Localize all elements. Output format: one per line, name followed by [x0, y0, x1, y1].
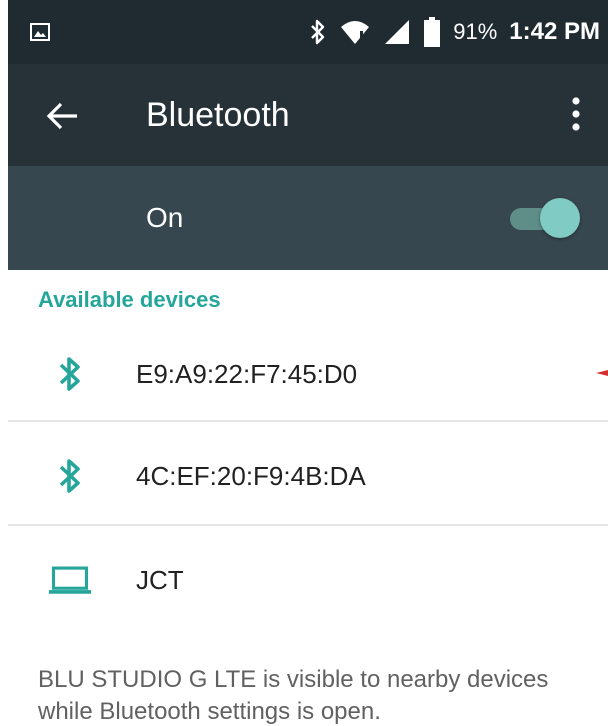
- arrow-back-icon: [46, 102, 77, 130]
- toolbar: Bluetooth: [8, 64, 608, 166]
- bluetooth-toggle[interactable]: [506, 198, 580, 238]
- list-divider: [8, 420, 608, 422]
- battery-icon: [424, 17, 441, 47]
- available-devices-header: Available devices: [38, 287, 221, 312]
- device-name: 4C:EF:20:F9:4B:DA: [136, 461, 366, 491]
- device-row[interactable]: JCT: [8, 528, 608, 632]
- status-bar: 91% 1:42 PM: [8, 0, 608, 64]
- laptop-icon: [48, 558, 92, 602]
- device-name: E9:A9:22:F7:45:D0: [136, 359, 358, 389]
- toggle-thumb: [540, 198, 580, 238]
- list-divider: [8, 524, 608, 526]
- device-row[interactable]: E9:A9:22:F7:45:D0: [8, 322, 608, 426]
- cell-signal-icon: [385, 20, 410, 44]
- more-vert-icon: [572, 97, 580, 131]
- bluetooth-icon: [48, 352, 92, 396]
- overflow-menu-button[interactable]: [556, 90, 596, 138]
- switch-label: On: [146, 202, 184, 233]
- visibility-notice: BLU STUDIO G LTE is visible to nearby de…: [38, 666, 549, 725]
- bluetooth-icon: [311, 19, 325, 45]
- arrow-marker-icon: [596, 370, 608, 376]
- bluetooth-switch-bar[interactable]: On: [8, 166, 608, 270]
- image-icon: [30, 23, 50, 41]
- back-button[interactable]: [38, 92, 86, 140]
- device-name: JCT: [136, 565, 184, 595]
- battery-percent: 91%: [453, 19, 498, 44]
- clock: 1:42 PM: [509, 18, 600, 45]
- device-row[interactable]: 4C:EF:20:F9:4B:DA: [8, 424, 608, 528]
- bluetooth-settings-screen: 91% 1:42 PM Bluetooth On Available devic…: [8, 0, 608, 726]
- wifi-icon: [341, 21, 370, 44]
- bluetooth-icon: [48, 454, 92, 498]
- page-title: Bluetooth: [146, 96, 290, 134]
